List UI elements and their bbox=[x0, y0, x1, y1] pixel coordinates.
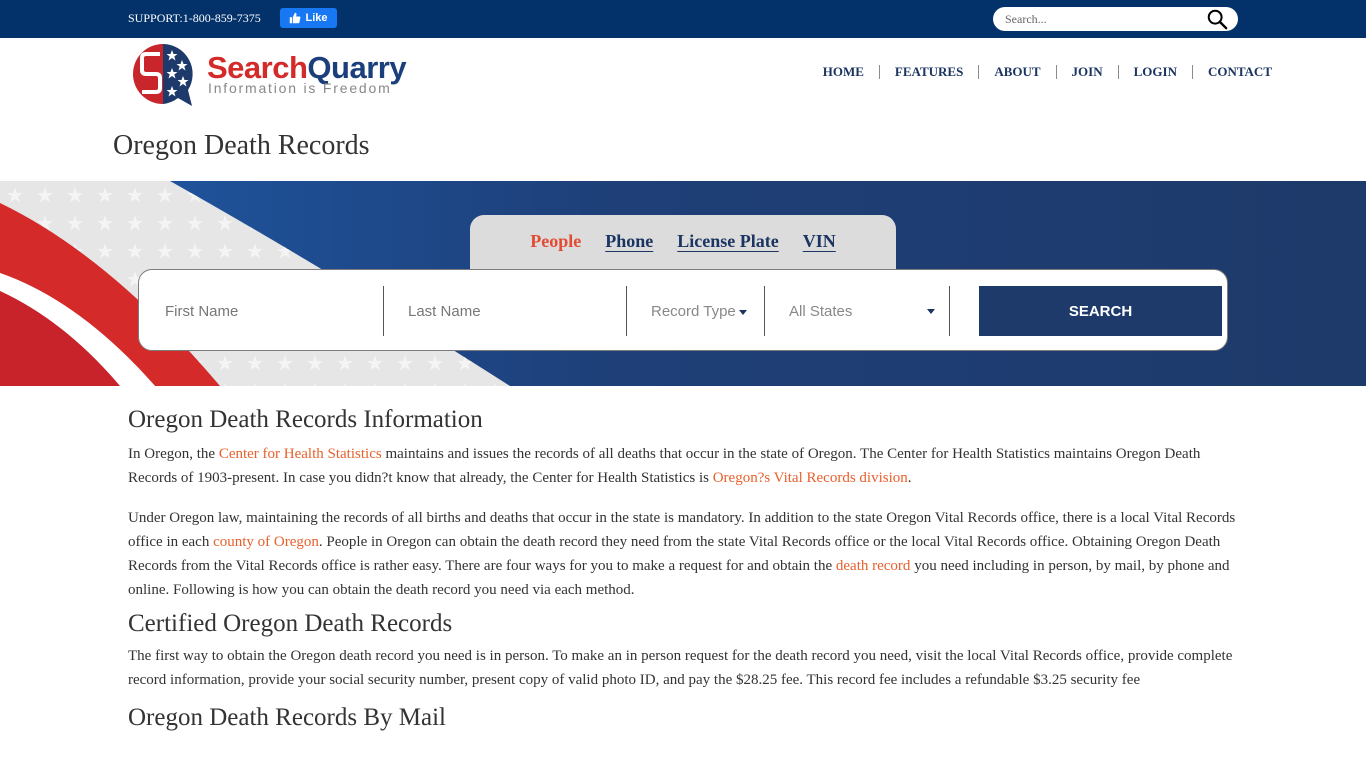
nav-join[interactable]: JOIN bbox=[1055, 65, 1118, 79]
record-type-label: Record Type bbox=[651, 302, 736, 320]
paragraph: In Oregon, the Center for Health Statist… bbox=[128, 446, 1201, 486]
nav-login[interactable]: LOGIN bbox=[1117, 65, 1192, 79]
main-nav: HOME FEATURES ABOUT JOIN LOGIN CONTACT bbox=[808, 65, 1272, 79]
search-icon[interactable] bbox=[1206, 8, 1228, 30]
site-search-input[interactable] bbox=[1005, 10, 1195, 28]
last-name-input[interactable] bbox=[408, 302, 623, 320]
divider bbox=[383, 286, 384, 336]
nav-contact[interactable]: CONTACT bbox=[1191, 65, 1272, 79]
vital-records-division-link[interactable]: Oregon?s Vital Records division bbox=[713, 470, 908, 486]
page-title: Oregon Death Records bbox=[113, 130, 370, 161]
chevron-down-icon bbox=[738, 309, 747, 315]
state-select[interactable]: All States bbox=[789, 286, 935, 336]
section-heading: Certified Oregon Death Records bbox=[128, 610, 453, 637]
tab-phone[interactable]: Phone bbox=[605, 231, 653, 252]
section-heading: Oregon Death Records By Mail bbox=[128, 704, 446, 731]
logo-emblem-icon bbox=[133, 44, 193, 106]
site-search bbox=[993, 7, 1238, 31]
people-search-form: Record Type All States SEARCH bbox=[138, 269, 1228, 351]
tab-people[interactable]: People bbox=[530, 231, 581, 252]
search-button[interactable]: SEARCH bbox=[979, 286, 1222, 336]
section-heading: Oregon Death Records Information bbox=[128, 406, 483, 433]
article-content: Oregon Death Records Information In Oreg… bbox=[128, 404, 1238, 734]
facebook-like-button[interactable]: Like bbox=[280, 8, 337, 28]
support-phone: SUPPORT:1-800-859-7375 bbox=[128, 11, 261, 25]
divider bbox=[764, 286, 765, 336]
like-label: Like bbox=[305, 12, 328, 24]
nav-home[interactable]: HOME bbox=[808, 65, 879, 79]
thumbs-up-icon bbox=[290, 12, 301, 24]
record-type-select[interactable]: Record Type bbox=[651, 286, 763, 336]
paragraph: The first way to obtain the Oregon death… bbox=[128, 648, 1233, 688]
first-name-wrapper bbox=[165, 286, 380, 336]
tab-license-plate[interactable]: License Plate bbox=[677, 231, 778, 252]
paragraph: Under Oregon law, maintaining the record… bbox=[128, 510, 1236, 598]
divider bbox=[949, 286, 950, 336]
tab-vin[interactable]: VIN bbox=[803, 231, 836, 252]
chevron-down-icon bbox=[927, 309, 935, 314]
divider bbox=[626, 286, 627, 336]
death-record-link[interactable]: death record bbox=[836, 558, 911, 574]
county-of-oregon-link[interactable]: county of Oregon bbox=[213, 534, 319, 550]
state-label: All States bbox=[789, 302, 853, 320]
search-type-tabs: People Phone License Plate VIN bbox=[470, 215, 896, 270]
center-for-health-statistics-link[interactable]: Center for Health Statistics bbox=[219, 446, 382, 462]
first-name-input[interactable] bbox=[165, 302, 380, 320]
site-logo[interactable]: SearchQuarry Information is Freedom bbox=[130, 40, 430, 112]
last-name-wrapper bbox=[408, 286, 623, 336]
nav-about[interactable]: ABOUT bbox=[978, 65, 1055, 79]
top-bar: SUPPORT:1-800-859-7375 Like bbox=[0, 0, 1366, 38]
logo-tagline: Information is Freedom bbox=[208, 80, 392, 96]
nav-features[interactable]: FEATURES bbox=[878, 65, 978, 79]
